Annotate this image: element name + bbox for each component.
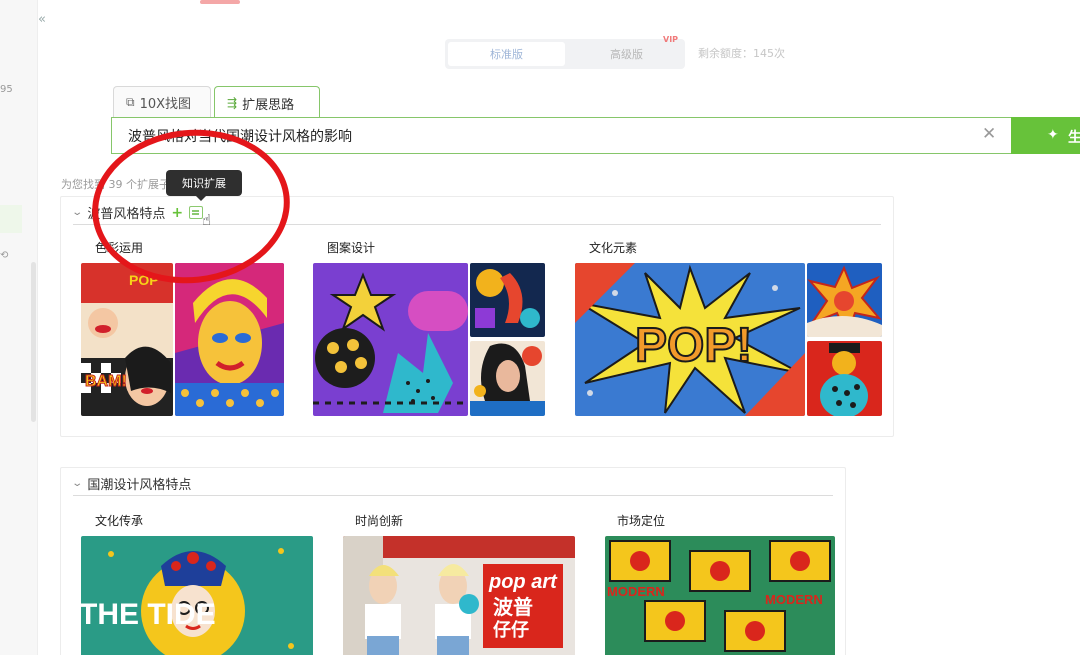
sparkle-icon: ✦ xyxy=(1047,127,1059,143)
bam-text: BAM! xyxy=(85,373,127,390)
subsection-title: 时尚创新 xyxy=(355,514,404,528)
pop-big-text: POP! xyxy=(635,319,752,372)
vip-badge: VIP xyxy=(663,35,679,44)
bopu-text: 波普 xyxy=(493,595,533,619)
sidebar-scrollbar[interactable] xyxy=(31,262,36,422)
section-title: 国潮设计风格特点 xyxy=(87,478,192,493)
subsection-culture: 文化元素 xyxy=(589,239,637,264)
image-pop-figure[interactable] xyxy=(807,341,882,416)
collapse-sidebar-icon[interactable]: « xyxy=(38,12,46,27)
section-guochao-style: ⌄ 国潮设计风格特点 文化传承 时尚创新 市场定位 THE TIDE pop a… xyxy=(60,467,846,655)
subsection-market: 市场定位 xyxy=(617,512,665,537)
branch-icon: ⇶ xyxy=(227,96,238,110)
version-switch: 标准版 高级版 xyxy=(445,39,685,69)
sidebar-active-item[interactable] xyxy=(0,205,22,233)
top-indicator xyxy=(200,0,240,4)
image-abstract-shapes[interactable] xyxy=(313,263,468,416)
image-search-icon: ⧉ xyxy=(126,95,135,109)
clear-icon[interactable]: ✕ xyxy=(982,124,996,144)
subsection-title: 文化传承 xyxy=(95,514,144,528)
subsection-pattern: 图案设计 xyxy=(327,239,375,264)
sidebar-glyph: ⟲ xyxy=(0,250,9,261)
image-pop-art-fashion[interactable]: pop art 波普 仔仔 xyxy=(343,536,575,655)
image-pop-explosion[interactable] xyxy=(807,263,882,337)
chevron-down-icon[interactable]: ⌄ xyxy=(71,207,83,218)
subsection-title: 市场定位 xyxy=(617,514,666,528)
image-the-tide[interactable]: THE TIDE xyxy=(81,536,313,655)
subsection-fashion: 时尚创新 xyxy=(355,512,403,537)
tab-standard[interactable]: 标准版 xyxy=(448,42,565,66)
modern-text: MODERN xyxy=(607,584,665,599)
subsection-title: 文化元素 xyxy=(589,241,638,255)
image-pop-burst[interactable]: POP! xyxy=(575,263,805,416)
tab-expand-ideas[interactable]: ⇶ 扩展思路 xyxy=(214,86,320,119)
image-modern-pattern[interactable]: MODERN MODERN xyxy=(605,536,835,655)
tab-10x-search[interactable]: ⧉ 10X找图 xyxy=(113,86,211,118)
generate-label: 生 xyxy=(1068,130,1080,146)
image-woman-portrait[interactable] xyxy=(470,341,545,416)
modern-text: MODERN xyxy=(765,592,823,607)
image-pop-portrait[interactable] xyxy=(175,263,284,416)
pop-art-text: pop art xyxy=(488,571,558,593)
chevron-down-icon[interactable]: ⌄ xyxy=(71,478,83,489)
image-pop-pattern[interactable] xyxy=(470,263,545,337)
the-tide-text: THE TIDE xyxy=(81,598,216,631)
subsection-heritage: 文化传承 xyxy=(95,512,143,537)
generate-button[interactable]: ✦ 生 xyxy=(1011,117,1080,154)
section-divider xyxy=(73,495,833,496)
remaining-quota: 剩余额度：145次 xyxy=(698,47,785,60)
tab-label: 10X找图 xyxy=(139,97,192,112)
subsection-title: 图案设计 xyxy=(327,241,376,255)
image-comic-collage[interactable]: BAM! POP xyxy=(81,263,173,416)
tab-label: 扩展思路 xyxy=(242,97,295,113)
left-sidebar: 95 ⟲ xyxy=(0,0,38,655)
wuzai-text: 仔仔 xyxy=(493,619,529,641)
sidebar-glyph: 95 xyxy=(0,84,13,95)
